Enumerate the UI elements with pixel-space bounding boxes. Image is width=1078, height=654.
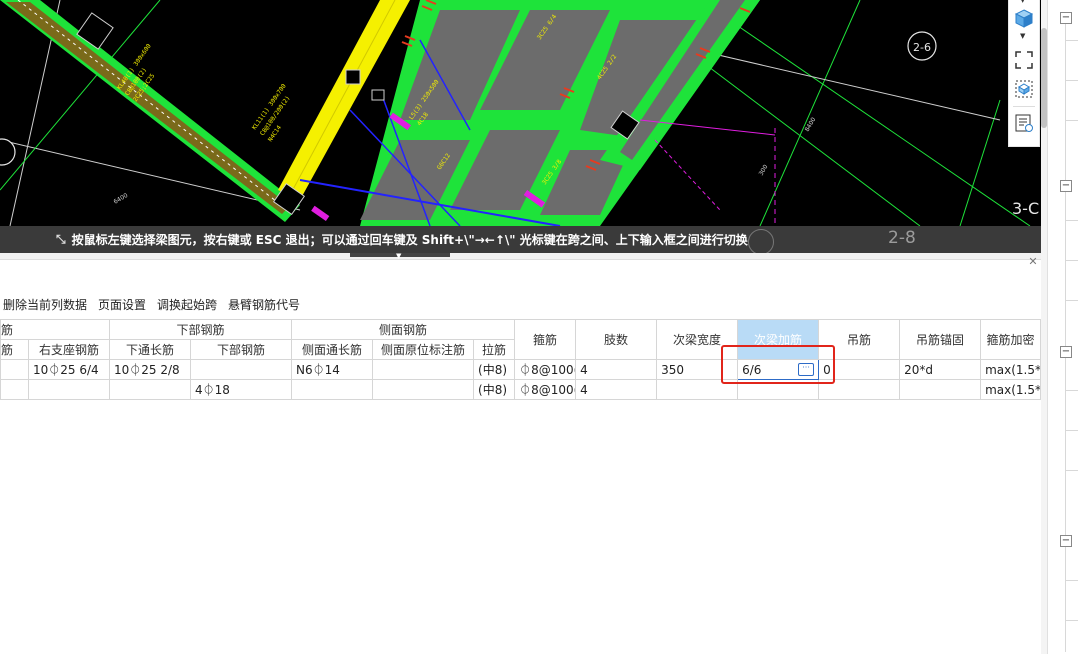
header-secondary-beam-stirrup[interactable]: 次梁加筋 xyxy=(737,319,820,360)
hide-show-icon[interactable] xyxy=(1014,79,1034,99)
cell[interactable]: 10⏀25 2/8 xyxy=(109,359,192,380)
cell[interactable]: ⏀8@100( xyxy=(514,359,577,380)
view-toolstrip: ▼ ▼ xyxy=(1008,0,1040,147)
cell[interactable] xyxy=(0,379,29,400)
cell[interactable]: ⏀8@100( xyxy=(514,379,577,400)
cell[interactable]: 4⏀18 xyxy=(190,379,293,400)
tree-branch xyxy=(1065,120,1078,121)
cell[interactable] xyxy=(109,379,192,400)
tree-branch xyxy=(1065,40,1078,41)
header-secondary-beam-width[interactable]: 次梁宽度 xyxy=(656,319,739,360)
close-icon[interactable]: ✕ xyxy=(1027,256,1039,268)
cad-dim-1: 300 xyxy=(758,163,770,177)
tree-branch xyxy=(1065,260,1078,261)
cell[interactable]: 4 xyxy=(575,379,658,400)
collapse-icon[interactable]: − xyxy=(1060,180,1072,192)
header-side-through-rebar[interactable]: 侧面通长筋 xyxy=(291,339,374,360)
cell[interactable] xyxy=(737,379,820,400)
cell[interactable]: (中8) xyxy=(473,359,516,380)
cell[interactable] xyxy=(27,379,111,400)
collapse-icon[interactable]: − xyxy=(1060,535,1072,547)
cell[interactable]: 350 xyxy=(656,359,739,380)
cantilever-rebar-code-button[interactable]: 悬臂钢筋代号 xyxy=(228,296,300,313)
cad-drawing[interactable]: KL40(1) 300x600 C8@100(2) 2C25;2C25 KL11… xyxy=(0,0,1042,226)
tree-branch xyxy=(1065,620,1078,621)
header-hanger[interactable]: 吊筋 xyxy=(818,319,901,360)
tree-branch xyxy=(1065,220,1078,221)
collapse-icon[interactable]: − xyxy=(1060,346,1072,358)
cell[interactable] xyxy=(372,379,475,400)
tree-line xyxy=(1065,22,1066,652)
more-options-icon[interactable]: ··· xyxy=(798,363,815,376)
cell[interactable] xyxy=(190,359,293,380)
header-tie-bar[interactable]: 拉筋 xyxy=(473,339,516,360)
panel-splitter[interactable]: ▼ xyxy=(0,252,1042,260)
header-right-support-rebar[interactable]: 右支座钢筋 xyxy=(27,339,111,360)
tree-branch xyxy=(1065,300,1078,301)
tree-branch xyxy=(1065,390,1078,391)
3d-view-cube-icon[interactable] xyxy=(1014,8,1034,28)
cell[interactable] xyxy=(291,379,374,400)
cad-dim-3: 6400 xyxy=(113,192,130,206)
table-row: 10⏀25 6/4 10⏀25 2/8 N6⏀14 (中8) ⏀8@100( 4… xyxy=(0,359,1042,380)
header-stirrup[interactable]: 箍筋 xyxy=(514,319,577,360)
chevron-down-icon[interactable]: ▼ xyxy=(1020,0,1025,4)
cell[interactable]: 10⏀25 6/4 xyxy=(27,359,111,380)
chevron-down-icon[interactable]: ▼ xyxy=(396,252,401,260)
header-group-row: 筋 下部钢筋 侧面钢筋 箍筋 肢数 次梁宽度 次梁加筋 吊筋 吊筋锚固 箍筋加密 xyxy=(0,319,1042,360)
cad-viewport[interactable]: KL40(1) 300x600 C8@100(2) 2C25;2C25 KL11… xyxy=(0,0,1042,226)
tree-branch xyxy=(1065,470,1078,471)
properties-icon[interactable] xyxy=(1014,113,1034,133)
cell[interactable]: 20*d xyxy=(899,359,982,380)
zoom-extents-icon[interactable] xyxy=(1014,50,1034,70)
header-hanger-anchor[interactable]: 吊筋锚固 xyxy=(899,319,982,360)
cell[interactable]: 0 xyxy=(818,359,901,380)
table-row: 4⏀18 (中8) ⏀8@100( 4 max(1.5*h xyxy=(0,379,1042,400)
cell[interactable] xyxy=(372,359,475,380)
page-setup-button[interactable]: 页面设置 xyxy=(98,296,146,313)
grid-bubble-bottom xyxy=(748,229,774,255)
header-stirrup-densify[interactable]: 箍筋加密 xyxy=(980,319,1042,360)
cell[interactable] xyxy=(0,359,29,380)
collapse-icon[interactable]: − xyxy=(1060,12,1072,24)
status-hint-text: 按鼠标左键选择梁图元，按右键或 ESC 退出；可以通过回车键及 Shift+\"… xyxy=(71,233,748,247)
right-tree-panel: − − − − xyxy=(1047,0,1078,654)
swap-start-span-button[interactable]: 调换起始跨 xyxy=(157,296,217,313)
tree-branch xyxy=(1065,430,1078,431)
cell[interactable]: max(1.5*h xyxy=(980,359,1042,380)
grid-label-bottom: 2-8 xyxy=(888,228,916,248)
divider xyxy=(1013,106,1035,107)
header-group-top: 筋 xyxy=(0,319,111,340)
cell[interactable]: 4 xyxy=(575,359,658,380)
header-legs[interactable]: 肢数 xyxy=(575,319,658,360)
cell[interactable]: (中8) xyxy=(473,379,516,400)
cursor-select-icon: ⤡ xyxy=(56,232,66,246)
header-group-side-rebar: 侧面钢筋 xyxy=(291,319,516,340)
cad-dim-2: 8400 xyxy=(804,116,818,133)
table-toolbar: 删除当前列数据 页面设置 调换起始跨 悬臂钢筋代号 xyxy=(0,294,1040,314)
cell[interactable]: N6⏀14 xyxy=(291,359,374,380)
header-bottom-through-rebar[interactable]: 下通长筋 xyxy=(109,339,192,360)
beam-rebar-table: 筋 下部钢筋 侧面钢筋 箍筋 肢数 次梁宽度 次梁加筋 吊筋 吊筋锚固 箍筋加密… xyxy=(0,319,1042,400)
cell[interactable]: max(1.5*h xyxy=(980,379,1042,400)
grid-label-circle: 2-6 xyxy=(913,41,931,54)
delete-column-data-button[interactable]: 删除当前列数据 xyxy=(3,296,87,313)
header-side-inplace-rebar[interactable]: 侧面原位标注筋 xyxy=(372,339,475,360)
cell[interactable] xyxy=(656,379,739,400)
header-bottom-rebar[interactable]: 下部钢筋 xyxy=(190,339,293,360)
header-col-0[interactable]: 筋 xyxy=(0,339,29,360)
cell[interactable] xyxy=(899,379,982,400)
chevron-down-icon[interactable]: ▼ xyxy=(1020,32,1025,40)
tree-branch xyxy=(1065,80,1078,81)
header-group-bottom-rebar: 下部钢筋 xyxy=(109,319,293,340)
grid-label-right: 3-C xyxy=(1012,199,1039,218)
status-hint-bar: ⤡ 按鼠标左键选择梁图元，按右键或 ESC 退出；可以通过回车键及 Shift+… xyxy=(0,226,1042,255)
tree-branch xyxy=(1065,580,1078,581)
cell[interactable] xyxy=(818,379,901,400)
secondary-beam-stirrup-input[interactable]: 6/6 ··· xyxy=(737,359,820,380)
cell-value[interactable]: 6/6 xyxy=(742,363,761,377)
